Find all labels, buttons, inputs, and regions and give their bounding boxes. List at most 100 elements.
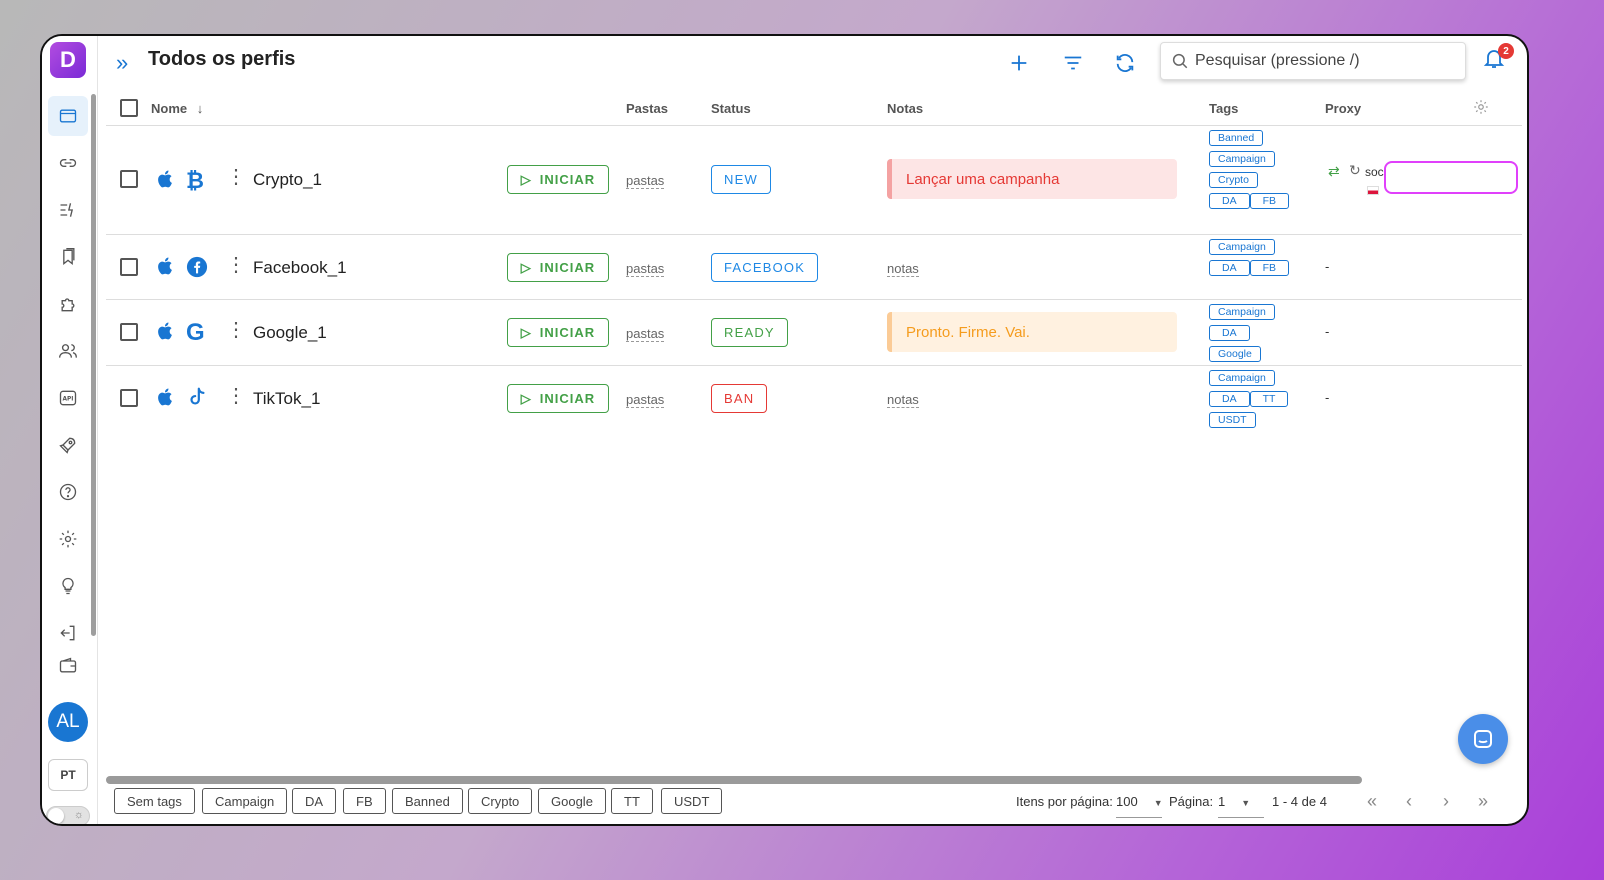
- sidebar-item-ideas[interactable]: [48, 566, 88, 606]
- table-row[interactable]: ⋮ TikTok_1 ▷ INICIAR pastas BAN notas Cam…: [106, 366, 1522, 431]
- table-row[interactable]: ⋮ Facebook_1 ▷ INICIAR pastas FACEBOOK no…: [106, 235, 1522, 300]
- tag-filter-crypto[interactable]: Crypto: [468, 788, 533, 814]
- notes-link[interactable]: notas: [887, 261, 919, 277]
- profile-name[interactable]: TikTok_1: [253, 389, 320, 409]
- status-badge[interactable]: FACEBOOK: [711, 253, 819, 282]
- tag-chip: DA: [1209, 325, 1250, 341]
- status-badge[interactable]: BAN: [711, 384, 768, 413]
- column-settings-icon[interactable]: [1472, 98, 1490, 119]
- row-menu-icon[interactable]: ⋮: [226, 252, 246, 277]
- tag-chip: Banned: [1209, 130, 1264, 146]
- sidebar-item-profiles[interactable]: [48, 96, 88, 136]
- apple-icon: [158, 322, 172, 340]
- last-page-icon[interactable]: »: [1470, 790, 1496, 812]
- sidebar-scrollbar[interactable]: [91, 94, 96, 636]
- refresh-button[interactable]: [1108, 46, 1142, 80]
- sidebar-item-links[interactable]: [48, 143, 88, 183]
- sidebar-item-settings[interactable]: [48, 519, 88, 559]
- note-cell[interactable]: Pronto. Firme. Vai.: [887, 312, 1177, 352]
- notifications-button[interactable]: 2: [1482, 43, 1514, 76]
- sidebar-item-help[interactable]: [48, 472, 88, 512]
- folders-link[interactable]: pastas: [626, 261, 665, 277]
- start-profile-button[interactable]: ▷ INICIAR: [507, 384, 609, 413]
- note-cell[interactable]: Lançar uma campanha: [887, 159, 1177, 199]
- tag-filter-usdt[interactable]: USDT: [661, 788, 723, 814]
- items-per-page-label: Itens por página:: [1016, 794, 1113, 809]
- sidebar-item-api[interactable]: API: [48, 378, 88, 418]
- expand-sidebar-icon[interactable]: »: [116, 50, 128, 76]
- search-input[interactable]: [1195, 52, 1455, 70]
- google-icon: G: [186, 319, 205, 346]
- tags-cell[interactable]: Campaign DA FB: [1209, 239, 1319, 276]
- next-page-icon[interactable]: ›: [1433, 790, 1459, 812]
- tag-filter-tt[interactable]: TT: [611, 788, 653, 814]
- sidebar-item-team[interactable]: [48, 331, 88, 371]
- tag-filter-campaign[interactable]: Campaign: [202, 788, 288, 814]
- svg-text:API: API: [63, 397, 74, 403]
- proxy-swap-icon[interactable]: ⇄: [1328, 163, 1340, 180]
- row-checkbox[interactable]: [120, 323, 138, 341]
- start-profile-button[interactable]: ▷ INICIAR: [507, 253, 609, 282]
- app-logo[interactable]: D: [50, 42, 86, 78]
- filter-button[interactable]: [1056, 46, 1090, 80]
- items-per-page-select[interactable]: 100 ▼: [1116, 794, 1163, 818]
- profile-name[interactable]: Facebook_1: [253, 258, 347, 278]
- row-menu-icon[interactable]: ⋮: [226, 383, 246, 408]
- row-menu-icon[interactable]: ⋮: [226, 164, 246, 189]
- table-row[interactable]: ₿ ⋮ Crypto_1 ▷ INICIAR pastas NEW Lançar …: [106, 126, 1522, 235]
- row-checkbox[interactable]: [120, 258, 138, 276]
- sidebar-item-automation[interactable]: [48, 190, 88, 230]
- profile-name[interactable]: Google_1: [253, 323, 327, 343]
- table-row[interactable]: G ⋮ Google_1 ▷ INICIAR pastas READY Pront…: [106, 300, 1522, 366]
- horizontal-scrollbar[interactable]: [106, 776, 1362, 784]
- first-page-icon[interactable]: «: [1359, 790, 1385, 812]
- proxy-input-highlight[interactable]: [1384, 161, 1518, 194]
- tags-cell[interactable]: Banned Campaign Crypto DA FB: [1209, 130, 1319, 209]
- proxy-value[interactable]: -: [1325, 390, 1329, 405]
- sidebar-item-rocket[interactable]: [48, 425, 88, 465]
- profile-name[interactable]: Crypto_1: [253, 170, 322, 190]
- tags-cell[interactable]: Campaign DA TT USDT: [1209, 370, 1319, 428]
- row-menu-icon[interactable]: ⋮: [226, 317, 246, 342]
- row-checkbox[interactable]: [120, 389, 138, 407]
- proxy-value[interactable]: soc: [1365, 165, 1384, 179]
- tag-filter-banned[interactable]: Banned: [392, 788, 463, 814]
- sidebar-item-extensions[interactable]: [48, 284, 88, 324]
- folders-link[interactable]: pastas: [626, 392, 665, 408]
- status-badge[interactable]: READY: [711, 318, 788, 347]
- sidebar-item-bookmarks[interactable]: [48, 237, 88, 277]
- column-name-header[interactable]: Nome ↓: [151, 101, 203, 116]
- tag-filter-da[interactable]: DA: [292, 788, 337, 814]
- select-all-checkbox[interactable]: [120, 99, 138, 117]
- tag-filter-fb[interactable]: FB: [343, 788, 386, 814]
- theme-toggle[interactable]: ☼: [46, 806, 90, 824]
- play-icon: ▷: [520, 259, 532, 275]
- add-profile-button[interactable]: [1002, 46, 1036, 80]
- row-checkbox[interactable]: [120, 170, 138, 188]
- start-profile-button[interactable]: ▷ INICIAR: [507, 318, 609, 347]
- notes-link[interactable]: notas: [887, 392, 919, 408]
- proxy-value[interactable]: -: [1325, 324, 1329, 339]
- page-select[interactable]: 1 ▼: [1218, 794, 1264, 818]
- folders-link[interactable]: pastas: [626, 326, 665, 342]
- language-switch[interactable]: PT: [48, 759, 88, 791]
- user-avatar[interactable]: AL: [48, 702, 88, 742]
- page-title: Todos os perfis: [148, 48, 296, 70]
- sidebar-item-wallet[interactable]: [48, 646, 88, 686]
- page-value: 1: [1218, 794, 1226, 809]
- start-label: INICIAR: [539, 260, 596, 275]
- tag-filter-sem-tags[interactable]: Sem tags: [114, 788, 195, 814]
- folders-link[interactable]: pastas: [626, 173, 665, 189]
- country-flag-icon: [1367, 186, 1379, 195]
- dropdown-caret-icon: ▼: [1153, 798, 1163, 808]
- support-chat-button[interactable]: [1458, 714, 1508, 764]
- tag-filter-google[interactable]: Google: [538, 788, 606, 814]
- proxy-value[interactable]: -: [1325, 259, 1329, 274]
- bitcoin-icon: ₿: [186, 168, 204, 193]
- page-label: Página:: [1169, 794, 1214, 809]
- proxy-refresh-icon[interactable]: ↻: [1349, 162, 1361, 179]
- previous-page-icon[interactable]: ‹: [1396, 790, 1422, 812]
- tags-cell[interactable]: Campaign DA Google: [1209, 304, 1319, 362]
- start-profile-button[interactable]: ▷ INICIAR: [507, 165, 609, 194]
- status-badge[interactable]: NEW: [711, 165, 771, 194]
